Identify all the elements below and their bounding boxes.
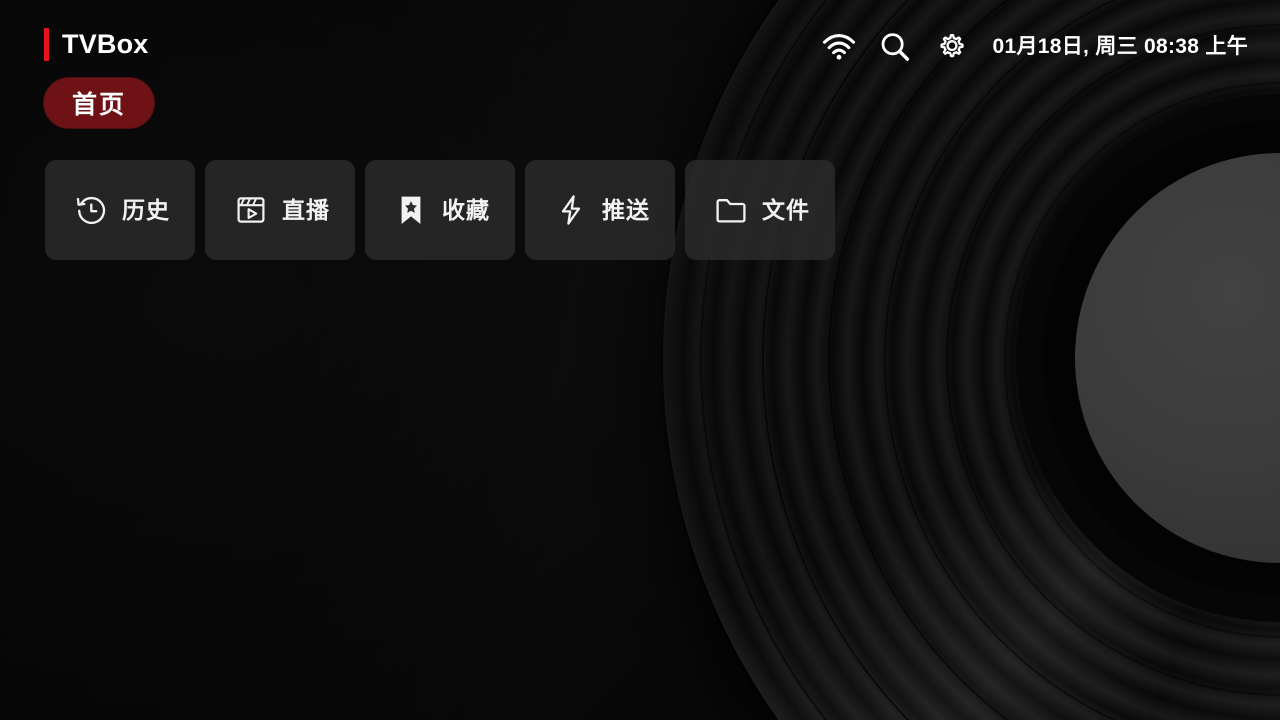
search-icon[interactable]	[867, 26, 923, 68]
wallpaper-vinyl-record	[0, 0, 1280, 720]
menu-card-history[interactable]: 历史	[45, 160, 195, 260]
menu-card-live-label: 直播	[282, 196, 330, 223]
quick-menu-row: 历史 直播 收藏 推送 文件	[45, 160, 835, 260]
menu-card-favorites-label: 收藏	[442, 196, 490, 223]
tab-home-label: 首页	[71, 91, 126, 119]
bookmark-star-icon	[394, 193, 428, 227]
menu-card-push-label: 推送	[602, 196, 650, 223]
menu-card-files-label: 文件	[762, 196, 810, 223]
top-status-bar: TVBox 01月18日, 周三 08:38 上午	[0, 0, 1280, 92]
app-title: TVBox	[62, 29, 149, 59]
menu-card-favorites[interactable]: 收藏	[365, 160, 515, 260]
tab-home[interactable]: 首页	[44, 78, 154, 128]
wifi-icon[interactable]	[811, 26, 867, 68]
app-brand: TVBox	[44, 28, 149, 61]
settings-gear-icon[interactable]	[923, 26, 979, 68]
wallpaper-glow	[0, 0, 1280, 720]
nav-tab-bar: 首页	[44, 78, 154, 128]
menu-card-history-label: 历史	[122, 196, 170, 223]
datetime-display: 01月18日, 周三 08:38 上午	[992, 35, 1248, 58]
tvbox-launcher-screen: TVBox 01月18日, 周三 08:38 上午 首页 历史 直播 收藏 推送…	[0, 0, 1280, 720]
menu-card-live[interactable]: 直播	[205, 160, 355, 260]
menu-card-push[interactable]: 推送	[525, 160, 675, 260]
menu-card-files[interactable]: 文件	[685, 160, 835, 260]
history-clock-icon	[74, 193, 108, 227]
folder-icon	[714, 193, 748, 227]
brand-accent-bar	[44, 28, 49, 61]
live-tv-clapperboard-icon	[234, 193, 268, 227]
status-icon-cluster: 01月18日, 周三 08:38 上午	[811, 26, 1248, 68]
lightning-bolt-icon	[554, 193, 588, 227]
